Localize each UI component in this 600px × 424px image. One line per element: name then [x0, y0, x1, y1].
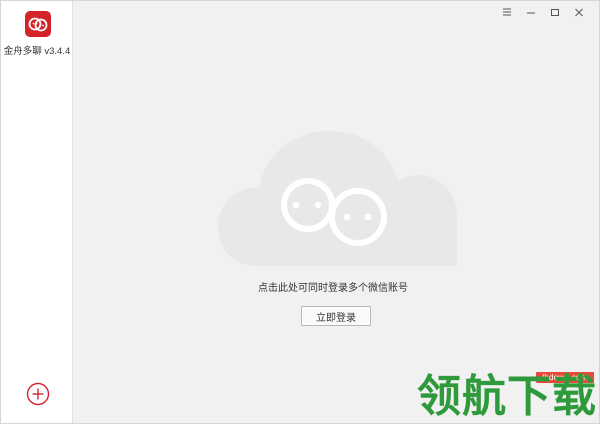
minimize-button[interactable]	[519, 4, 543, 20]
menu-icon	[503, 8, 511, 16]
cloud-chat-icon	[218, 131, 457, 266]
sidebar: 金舟多聊 v3.4.4	[1, 1, 73, 423]
window-controls	[495, 4, 591, 20]
login-now-button[interactable]: 立即登录	[301, 306, 371, 326]
chat-bubbles-logo-icon	[28, 17, 48, 32]
app-logo	[25, 11, 51, 37]
maximize-icon	[551, 8, 559, 16]
add-account-icon	[26, 382, 50, 406]
menu-button[interactable]	[495, 4, 519, 20]
minimize-icon	[527, 12, 535, 14]
maximize-button[interactable]	[543, 4, 567, 20]
add-account-button[interactable]	[26, 382, 50, 406]
login-prompt: 点击此处可同时登录多个微信账号	[258, 283, 408, 294]
app-window: 金舟多聊 v3.4.4 点击此处可同时登录多个微信账号 立即登录 lhdown.…	[0, 0, 600, 424]
watermark-title: 领航下载	[417, 371, 597, 422]
close-icon	[575, 8, 583, 16]
app-name: 金舟多聊 v3.4.4	[3, 46, 71, 57]
cloud-chat-illustration[interactable]	[218, 131, 457, 266]
close-button[interactable]	[567, 4, 591, 20]
